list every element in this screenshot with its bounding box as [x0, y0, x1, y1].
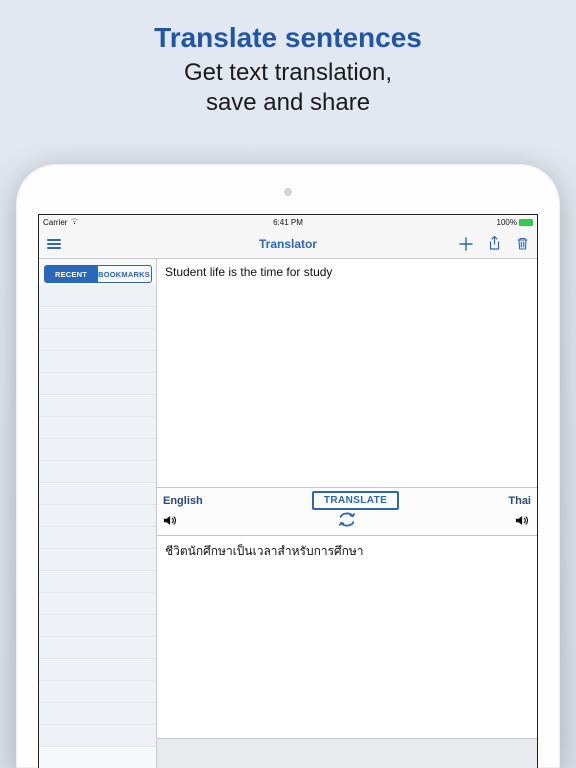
list-item[interactable] [39, 505, 156, 527]
translate-button[interactable]: TRANSLATE [312, 491, 399, 510]
list-item[interactable] [39, 483, 156, 505]
target-text-output: ชีวิตนักศึกษาเป็นเวลาสำหรับการศึกษา [157, 536, 537, 738]
nav-bar: Translator [39, 229, 537, 259]
main-panel: Student life is the time for study Engli… [157, 259, 537, 768]
nav-title: Translator [39, 237, 537, 251]
speak-source-button[interactable] [163, 514, 179, 529]
source-language-label[interactable]: English [163, 495, 203, 507]
language-bar: English TRANSLATE Thai [157, 487, 537, 536]
list-item[interactable] [39, 285, 156, 307]
device-camera [284, 188, 292, 196]
list-item[interactable] [39, 527, 156, 549]
status-bar: Carrier 6:41 PM 100% [39, 215, 537, 229]
promo-title: Translate sentences [0, 0, 576, 54]
speak-target-button[interactable] [515, 514, 531, 529]
list-item[interactable] [39, 659, 156, 681]
sidebar-tabs: RECENT BOOKMARKS [44, 265, 152, 283]
list-item[interactable] [39, 571, 156, 593]
list-item[interactable] [39, 593, 156, 615]
list-item[interactable] [39, 615, 156, 637]
list-item[interactable] [39, 307, 156, 329]
list-item[interactable] [39, 549, 156, 571]
sidebar: RECENT BOOKMARKS [39, 259, 157, 768]
tab-bookmarks[interactable]: BOOKMARKS [98, 266, 151, 282]
list-item[interactable] [39, 351, 156, 373]
device-frame: Carrier 6:41 PM 100% Translator [16, 164, 560, 768]
content-area: RECENT BOOKMARKS [39, 259, 537, 768]
tab-recent[interactable]: RECENT [45, 266, 98, 282]
status-time: 6:41 PM [39, 218, 537, 227]
list-item[interactable] [39, 439, 156, 461]
promo-subline-2: save and share [206, 89, 370, 116]
swap-languages-button[interactable] [338, 512, 356, 531]
history-list[interactable] [39, 285, 156, 768]
bottom-toolbar [157, 738, 537, 768]
source-text-input[interactable]: Student life is the time for study [157, 259, 537, 487]
list-item[interactable] [39, 329, 156, 351]
list-item[interactable] [39, 417, 156, 439]
list-item[interactable] [39, 725, 156, 747]
list-item[interactable] [39, 681, 156, 703]
list-item[interactable] [39, 461, 156, 483]
target-language-label[interactable]: Thai [508, 495, 531, 507]
promo-subline-1: Get text translation, [184, 59, 392, 86]
list-item[interactable] [39, 395, 156, 417]
list-item[interactable] [39, 373, 156, 395]
list-item[interactable] [39, 703, 156, 725]
list-item[interactable] [39, 637, 156, 659]
promo-subtitle: Get text translation, save and share [0, 58, 576, 118]
app-screen: Carrier 6:41 PM 100% Translator [38, 214, 538, 768]
